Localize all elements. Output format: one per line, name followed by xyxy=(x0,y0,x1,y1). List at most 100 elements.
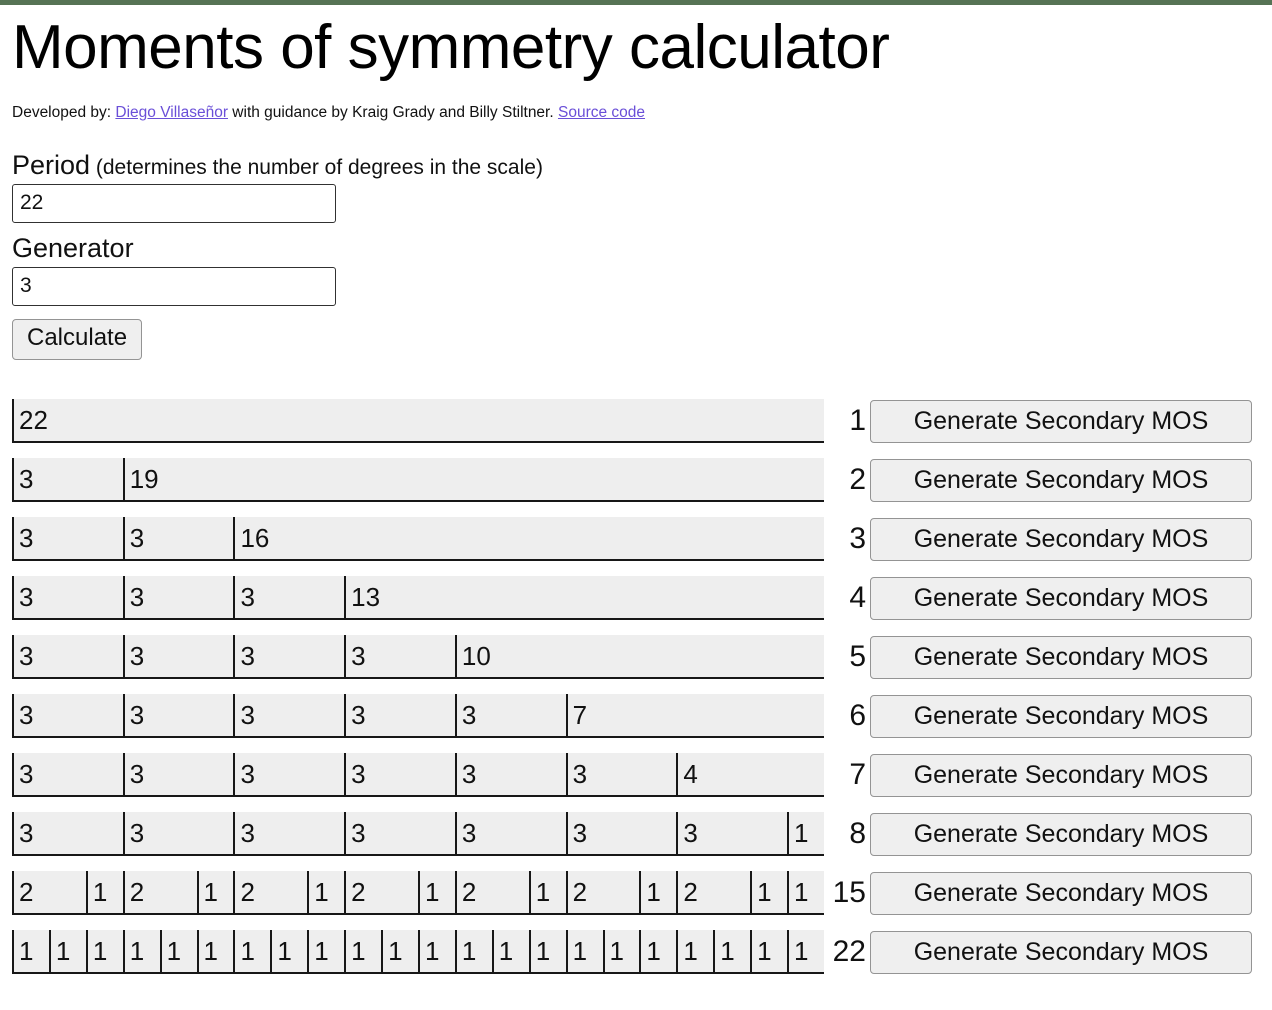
generate-secondary-mos-button[interactable]: Generate Secondary MOS xyxy=(870,517,1252,561)
scale-step-cell: 3 xyxy=(344,812,455,855)
degree-count: 22 xyxy=(832,935,866,969)
generate-secondary-mos-button[interactable]: Generate Secondary MOS xyxy=(870,871,1252,915)
mos-row: 3 3 16 3 Generate Secondary MOS xyxy=(12,510,1260,569)
degree-count: 1 xyxy=(849,404,866,438)
scale-step-cell: 1 xyxy=(122,930,160,973)
scale-step-cell: 3 xyxy=(344,753,455,796)
generate-secondary-mos-button[interactable]: Generate Secondary MOS xyxy=(870,576,1252,620)
scale-step-cell: 3 xyxy=(233,576,345,619)
scale-step-cell: 3 xyxy=(454,812,566,855)
scale-step-cell: 1 xyxy=(528,930,566,973)
period-label: Period (determines the number of degrees… xyxy=(12,150,1260,181)
scale-step-cell: 1 xyxy=(196,871,234,914)
scale-step-cell: 3 xyxy=(12,753,123,796)
generate-secondary-mos-button[interactable]: Generate Secondary MOS xyxy=(870,635,1252,679)
scale-step-cell: 1 xyxy=(85,930,123,973)
mos-row: 2 1 2 1 2 1 2 1 2 1 2 1 2 1 1 15 Generate Secondary MOS xyxy=(12,864,1260,923)
scale-step-cell: 1 xyxy=(787,930,824,973)
author-link[interactable]: Diego Villaseñor xyxy=(115,104,228,121)
mos-row: 3 3 3 3 3 3 3 1 8 Generate Secondary MOS xyxy=(12,805,1260,864)
scale-step-cell: 1 xyxy=(233,930,271,973)
scale-bar: 22 xyxy=(12,399,824,444)
degree-count: 2 xyxy=(849,463,866,497)
scale-step-cell: 1 xyxy=(196,930,234,973)
page-title: Moments of symmetry calculator xyxy=(12,13,890,82)
scale-step-cell: 1 xyxy=(159,930,197,973)
scale-step-cell: 1 xyxy=(528,871,566,914)
scale-step-cell: 1 xyxy=(48,930,86,973)
scale-step-cell: 3 xyxy=(12,576,123,619)
scale-step-cell: 1 xyxy=(454,930,492,973)
scale-step-cell: 1 xyxy=(602,930,640,973)
scale-bar: 3 3 3 13 xyxy=(12,576,824,621)
generate-secondary-mos-button[interactable]: Generate Secondary MOS xyxy=(870,458,1252,502)
mos-row: 1 1 1 1 1 1 1 1 1 1 1 1 1 1 1 1 1 1 1 1 1 1 22 Generate Seconda… xyxy=(12,923,1260,982)
scale-bar: 1111111111111111111111 xyxy=(12,930,824,975)
scale-step-cell: 1 xyxy=(787,871,824,914)
mos-row: 3 3 3 13 4 Generate Secondary MOS xyxy=(12,569,1260,628)
mos-row: 3 19 2 Generate Secondary MOS xyxy=(12,451,1260,510)
scale-step-cell: 3 xyxy=(233,694,345,737)
scale-step-cell: 2 xyxy=(344,871,418,914)
scale-step-cell: 2 xyxy=(454,871,529,914)
scale-step-cell: 1 xyxy=(307,871,345,914)
scale-bar: 3333334 xyxy=(12,753,824,798)
scale-step-cell: 1 xyxy=(639,930,677,973)
scale-step-cell: 16 xyxy=(233,517,824,560)
scale-step-cell: 1 xyxy=(85,871,123,914)
generate-secondary-mos-button[interactable]: Generate Secondary MOS xyxy=(870,930,1252,974)
scale-step-cell: 3 xyxy=(122,812,234,855)
scale-step-cell: 3 xyxy=(565,812,677,855)
scale-step-cell: 3 xyxy=(454,694,566,737)
generator-input[interactable] xyxy=(12,266,336,306)
generate-secondary-mos-button[interactable]: Generate Secondary MOS xyxy=(870,694,1252,738)
mos-row: 22 1 Generate Secondary MOS xyxy=(12,392,1260,451)
period-hint-text: (determines the number of degrees in the… xyxy=(90,155,543,179)
scale-step-cell: 3 xyxy=(676,812,788,855)
scale-step-cell: 4 xyxy=(676,753,824,796)
scale-step-cell: 3 xyxy=(12,458,123,501)
generate-secondary-mos-button[interactable]: Generate Secondary MOS xyxy=(870,753,1252,797)
degree-count: 8 xyxy=(849,817,866,851)
scale-step-cell: 1 xyxy=(787,812,824,855)
scale-step-cell: 1 xyxy=(639,871,677,914)
mos-results-table: 22 1 Generate Secondary MOS 3 19 2 Generate Se… xyxy=(12,392,1260,982)
scale-step-cell: 1 xyxy=(417,930,455,973)
scale-step-cell: 3 xyxy=(122,753,234,796)
scale-step-cell: 1 xyxy=(381,930,418,973)
page-container: Moments of symmetry calculator Developed… xyxy=(0,15,1272,982)
scale-step-cell: 1 xyxy=(491,930,529,973)
source-code-link[interactable]: Source code xyxy=(558,104,645,121)
calculate-button[interactable]: Calculate xyxy=(12,318,143,360)
scale-step-cell: 10 xyxy=(454,635,824,678)
scale-step-cell: 1 xyxy=(270,930,308,973)
scale-step-cell: 22 xyxy=(12,399,824,442)
scale-bar: 3 19 xyxy=(12,458,824,503)
scale-step-cell: 1 xyxy=(344,930,382,973)
scale-step-cell: 3 xyxy=(122,694,234,737)
degree-count: 3 xyxy=(849,522,866,556)
scale-step-cell: 3 xyxy=(565,753,677,796)
scale-step-cell: 1 xyxy=(750,871,788,914)
scale-step-cell: 3 xyxy=(122,635,234,678)
degree-count: 7 xyxy=(849,758,866,792)
scale-step-cell: 3 xyxy=(12,812,123,855)
generator-label: Generator xyxy=(12,233,1260,264)
scale-step-cell: 1 xyxy=(713,930,751,973)
credit-prefix: Developed by: xyxy=(12,104,116,122)
degree-count: 15 xyxy=(832,876,866,910)
generator-label-text: Generator xyxy=(12,232,134,263)
scale-bar: 33333331 xyxy=(12,812,824,857)
generate-secondary-mos-button[interactable]: Generate Secondary MOS xyxy=(870,399,1252,443)
scale-step-cell: 3 xyxy=(233,753,345,796)
scale-step-cell: 3 xyxy=(12,694,123,737)
period-input[interactable] xyxy=(12,183,336,223)
scale-step-cell: 2 xyxy=(122,871,197,914)
scale-bar: 3 3 16 xyxy=(12,517,824,562)
scale-step-cell: 2 xyxy=(565,871,640,914)
scale-step-cell: 7 xyxy=(565,694,824,737)
generate-secondary-mos-button[interactable]: Generate Secondary MOS xyxy=(870,812,1252,856)
scale-step-cell: 1 xyxy=(417,871,455,914)
mos-row: 3 3 3 3 3 7 6 Generate Secondary MOS xyxy=(12,687,1260,746)
scale-step-cell: 1 xyxy=(307,930,345,973)
